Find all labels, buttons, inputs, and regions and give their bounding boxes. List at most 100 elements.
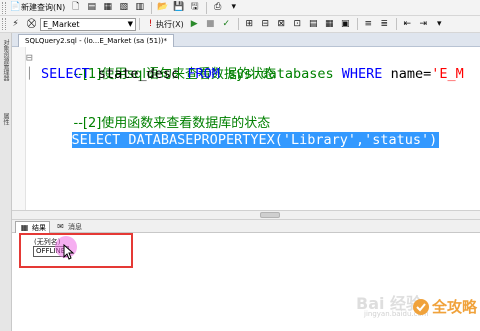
object-explorer-tab[interactable]: 对象资源管理器 [1,39,10,81]
analysis-icon: ▦ [103,2,112,12]
toolbar-separator [356,18,358,30]
stats-icon: ⊡ [293,18,301,29]
save-all-icon: 🖫 [190,2,199,12]
chevron-down-icon: ▾ [436,18,442,29]
play-icon: ▶ [190,18,198,29]
query-options-button[interactable]: ▤ [84,1,99,15]
grid-results-icon: ▦ [324,18,334,29]
comment-button[interactable]: ≡ [361,17,376,31]
comment-icon: ≡ [364,18,372,29]
analysis-button[interactable]: ▦ [100,1,115,15]
query-designer-button[interactable]: ⊟ [258,17,273,31]
printer-icon: ⎙ [214,2,222,12]
include-plan-button[interactable]: ⊠ [274,17,289,31]
tab-results-label: 结果 [32,223,46,232]
increase-indent-button[interactable]: ⇥ [416,17,431,31]
xmla-button[interactable]: ▧ [116,1,131,15]
connect-icon: ⚡ [12,18,19,29]
document-tab[interactable]: SQLQuery2.sql - (lo...E_Market (sa (51))… [18,34,175,47]
client-stats-button[interactable]: ⊡ [290,17,305,31]
condition-text: name= [382,66,432,82]
pane-splitter[interactable] [12,210,480,220]
table-name: sys.databases [227,66,334,82]
brand-badge: 全攻略 [412,296,477,317]
open-file-button[interactable]: 📂 [155,1,170,15]
execute-label: 执行(X) [156,19,184,29]
designer-icon: ⊟ [261,18,269,29]
results-to-text-button[interactable]: ▤ [306,17,321,31]
print-button[interactable]: ⎙ [210,1,225,15]
brand-logo-icon [413,298,429,315]
toolbar-overflow-button[interactable]: ▾ [432,17,447,31]
splitter-handle[interactable] [260,212,280,218]
toolbar-separator [237,18,239,30]
connect-button[interactable]: ⚡ [8,17,23,31]
folder-icon: 📂 [157,2,169,12]
check-icon: ✓ [222,18,230,29]
tab-messages[interactable]: ✉ 消息 [52,221,85,233]
disconnect-button[interactable]: ⛒ [24,17,39,31]
database-select[interactable]: E_Market ▼ [40,17,136,31]
keyword-where: WHERE [341,66,383,82]
outdent-icon: ⇤ [403,18,411,29]
disconnect-icon: ⛒ [26,18,37,29]
uncomment-icon: ≣ [380,18,388,29]
execute-button[interactable]: ! 执行(X) [143,17,186,31]
document-tab-bar: SQLQuery2.sql - (lo...E_Market (sa (51))… [12,33,480,47]
new-file-icon: 🗋 [72,2,80,12]
uncomment-button[interactable]: ≣ [377,17,392,31]
new-file-button[interactable]: 🗋 [68,1,83,15]
sql-editor-toolbar: ⚡ ⛒ E_Market ▼ ! 执行(X) ▶ ■ ✓ ⊞ ⊟ ⊠ ⊡ ▤ ▦… [0,16,480,33]
display-plan-button[interactable]: ⊞ [242,17,257,31]
save-icon: 💾 [173,2,185,12]
grid-icon: ▦ [20,222,29,232]
decrease-indent-button[interactable]: ⇤ [400,17,415,31]
save-button[interactable]: 💾 [171,1,186,15]
stop-icon: ■ [205,18,215,29]
tab-results[interactable]: ▦ 结果 [15,221,50,233]
code-line-2: SELECT state_desc FROM sys.databases WHE… [41,66,464,83]
toolbar-separator [395,18,397,30]
parse-button[interactable]: ✓ [219,17,234,31]
column-name: state_desc [89,66,188,82]
toolbar-grip[interactable] [2,1,6,14]
brand-text: 全攻略 [432,298,478,316]
database-select-value: E_Market [43,19,80,29]
debug-button[interactable]: ▶ [187,17,202,31]
code-line-4: SELECT DATABASEPROPERTYEX('Library','sta… [39,115,440,166]
keyword-from: FROM [187,66,220,82]
toolbar-overflow-button[interactable]: ▾ [226,1,241,15]
results-to-file-button[interactable]: ▣ [338,17,353,31]
chevron-down-icon: ▼ [127,20,133,28]
execute-icon: ! [148,18,153,29]
left-tool-strip: 对象资源管理器 属性 [0,33,12,331]
cancel-query-button[interactable]: ■ [203,17,218,31]
properties-tab[interactable]: 属性 [1,113,10,125]
dmx-icon: ▥ [135,2,144,12]
results-to-grid-button[interactable]: ▦ [322,17,337,31]
chevron-down-icon: ▾ [231,2,236,12]
standard-toolbar: 📄 新建查询(N) 🗋 ▤ ▦ ▧ ▥ 📂 💾 🖫 ⎙ ▾ [0,0,480,16]
save-all-button[interactable]: 🖫 [187,1,202,15]
fold-collapse-icon[interactable]: ⊟ [26,52,36,63]
indent-icon: ⇥ [419,18,427,29]
sql-editor[interactable]: ⊟ │ --[1]使用sql语句来查看数据的状态 SELECT state_de… [12,47,480,210]
text-results-icon: ▤ [308,18,318,29]
keyword-select: SELECT [41,66,90,82]
plan-icon: ⊞ [245,18,253,29]
tab-messages-label: 消息 [68,223,82,231]
toolbar-separator [139,18,140,30]
message-icon: ✉ [57,222,64,231]
document-tab-title: SQLQuery2.sql - (lo...E_Market (sa (51))… [25,37,168,45]
query-icon: ▤ [87,2,96,12]
include-plan-icon: ⊠ [277,18,285,29]
dmx-button[interactable]: ▥ [132,1,147,15]
selected-code[interactable]: SELECT DATABASEPROPERTYEX('Library','sta… [71,132,440,148]
new-query-button[interactable]: 📄 新建查询(N) [8,1,67,15]
file-results-icon: ▣ [340,18,350,29]
toolbar-grip[interactable] [2,18,6,30]
toolbar-separator [206,1,208,14]
new-query-icon: 📄 [9,2,22,12]
